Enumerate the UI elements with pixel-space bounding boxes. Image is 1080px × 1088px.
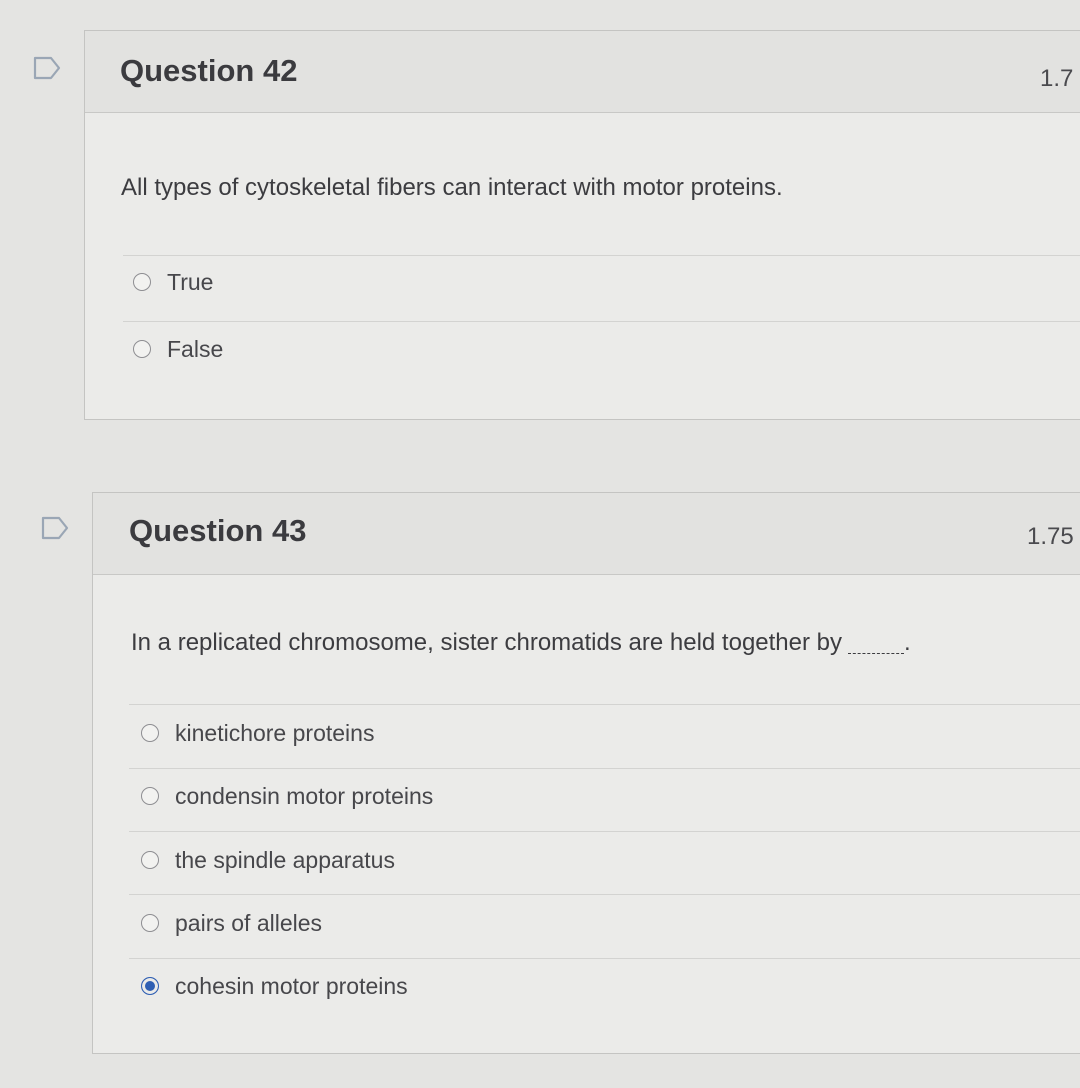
question-42-title: Question 42 — [120, 53, 298, 88]
option-divider — [123, 255, 1080, 256]
option-label: False — [167, 335, 224, 362]
option-divider — [129, 704, 1080, 705]
option-false[interactable]: False — [133, 329, 223, 369]
question-42-header: Question 42 1.7 — [85, 31, 1080, 113]
option-pairs-of-alleles[interactable]: pairs of alleles — [141, 903, 322, 943]
option-label: True — [167, 268, 214, 295]
option-divider — [129, 831, 1080, 832]
option-label: condensin motor proteins — [175, 782, 434, 809]
question-43-text-suffix: . — [904, 629, 911, 656]
option-cohesin-motor-proteins[interactable]: cohesin motor proteins — [141, 966, 408, 1006]
flag-question-43-icon[interactable] — [40, 516, 70, 540]
option-kinetichore-proteins[interactable]: kinetichore proteins — [141, 713, 374, 753]
question-43-text: In a replicated chromosome, sister chrom… — [131, 629, 911, 657]
radio-checked-icon[interactable] — [141, 977, 159, 995]
option-label: cohesin motor proteins — [175, 972, 408, 999]
question-43-text-content: In a replicated chromosome, sister chrom… — [131, 629, 843, 656]
option-label: the spindle apparatus — [175, 846, 395, 873]
flag-question-42-icon[interactable] — [32, 56, 62, 80]
question-42-points: 1.7 — [1040, 65, 1074, 92]
radio-unchecked-icon[interactable] — [141, 914, 159, 932]
question-43-title: Question 43 — [129, 513, 307, 548]
option-divider — [123, 321, 1080, 322]
option-true[interactable]: True — [133, 262, 213, 302]
option-label: kinetichore proteins — [175, 719, 375, 746]
option-label: pairs of alleles — [175, 909, 323, 936]
radio-unchecked-icon[interactable] — [141, 851, 159, 869]
question-43-points: 1.75 — [1027, 523, 1074, 550]
option-divider — [129, 958, 1080, 959]
option-divider — [129, 894, 1080, 895]
radio-unchecked-icon[interactable] — [141, 724, 159, 742]
option-divider — [129, 768, 1080, 769]
option-the-spindle-apparatus[interactable]: the spindle apparatus — [141, 840, 395, 880]
question-43-header: Question 43 1.75 — [93, 493, 1080, 575]
option-condensin-motor-proteins[interactable]: condensin motor proteins — [141, 776, 433, 816]
radio-unchecked-icon[interactable] — [141, 787, 159, 805]
answer-blank — [848, 653, 905, 654]
radio-unchecked-icon[interactable] — [133, 273, 151, 291]
question-43-card: Question 43 1.75 In a replicated chromos… — [92, 492, 1080, 1054]
radio-unchecked-icon[interactable] — [133, 340, 151, 358]
question-42-text: All types of cytoskeletal fibers can int… — [121, 174, 783, 201]
question-42-card: Question 42 1.7 All types of cytoskeleta… — [84, 30, 1080, 420]
